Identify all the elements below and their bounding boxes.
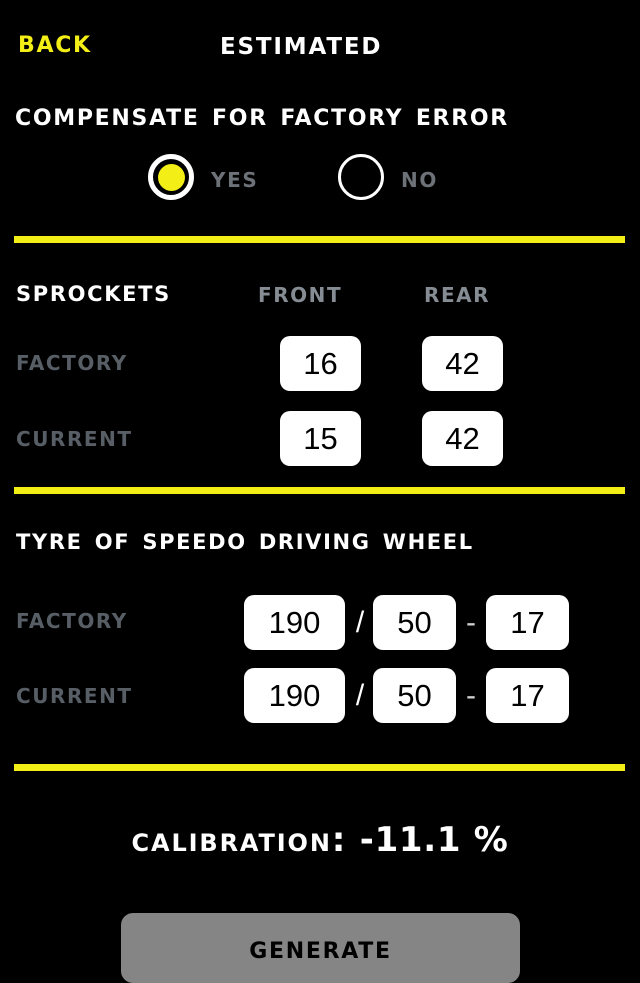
sprocket-factory-rear-input[interactable] <box>422 336 503 391</box>
sprockets-row-label-current: Current <box>16 420 133 453</box>
radio-option-no[interactable]: No <box>338 152 438 202</box>
radio-selected-icon[interactable] <box>148 154 194 200</box>
tyre-factory-width-input[interactable] <box>244 595 345 650</box>
tyre-current-aspect-input[interactable] <box>373 668 456 723</box>
tyre-factory-slash-separator: / <box>355 606 365 639</box>
sprocket-current-front-input[interactable] <box>280 411 361 466</box>
page-title: Estimated <box>220 23 383 62</box>
section-divider-middle <box>14 487 625 494</box>
compensate-radio-group: Yes No <box>0 152 640 212</box>
top-navigation-bar: Back Estimated <box>0 0 640 82</box>
sprockets-column-front: Front <box>258 276 343 309</box>
tyre-factory-rim-input[interactable] <box>486 595 569 650</box>
radio-unselected-icon[interactable] <box>338 154 384 200</box>
back-button[interactable]: Back <box>18 27 92 58</box>
tyre-factory-aspect-input[interactable] <box>373 595 456 650</box>
calibration-result: Calibration: -11.1 % <box>0 820 640 860</box>
tyre-factory-dash-separator: - <box>466 606 476 639</box>
app-screen: Back Estimated Compensate for factory er… <box>0 0 640 983</box>
tyre-current-width-input[interactable] <box>244 668 345 723</box>
sprockets-column-rear: Rear <box>424 276 491 309</box>
tyre-current-slash-separator: / <box>355 679 365 712</box>
radio-option-yes[interactable]: Yes <box>148 152 258 202</box>
sprocket-current-rear-input[interactable] <box>422 411 503 466</box>
sprocket-factory-front-input[interactable] <box>280 336 361 391</box>
calibration-value-spacer <box>347 820 360 860</box>
tyre-row-label-factory: Factory <box>16 602 128 635</box>
sprockets-heading: Sprockets <box>16 274 171 309</box>
section-divider-top <box>14 236 625 243</box>
radio-label-no: No <box>401 159 438 194</box>
calibration-value: -11.1 % <box>359 820 509 860</box>
tyre-heading: Tyre of speedo driving wheel <box>16 522 474 557</box>
section-divider-bottom <box>14 764 625 771</box>
generate-button[interactable]: Generate <box>121 913 520 983</box>
tyre-current-dash-separator: - <box>466 679 476 712</box>
calibration-label: Calibration: <box>131 820 348 860</box>
radio-label-yes: Yes <box>211 159 259 194</box>
tyre-current-rim-input[interactable] <box>486 668 569 723</box>
tyre-row-label-current: Current <box>16 677 133 710</box>
sprockets-row-label-factory: Factory <box>16 344 128 377</box>
compensate-question-label: Compensate for factory error <box>15 97 509 133</box>
